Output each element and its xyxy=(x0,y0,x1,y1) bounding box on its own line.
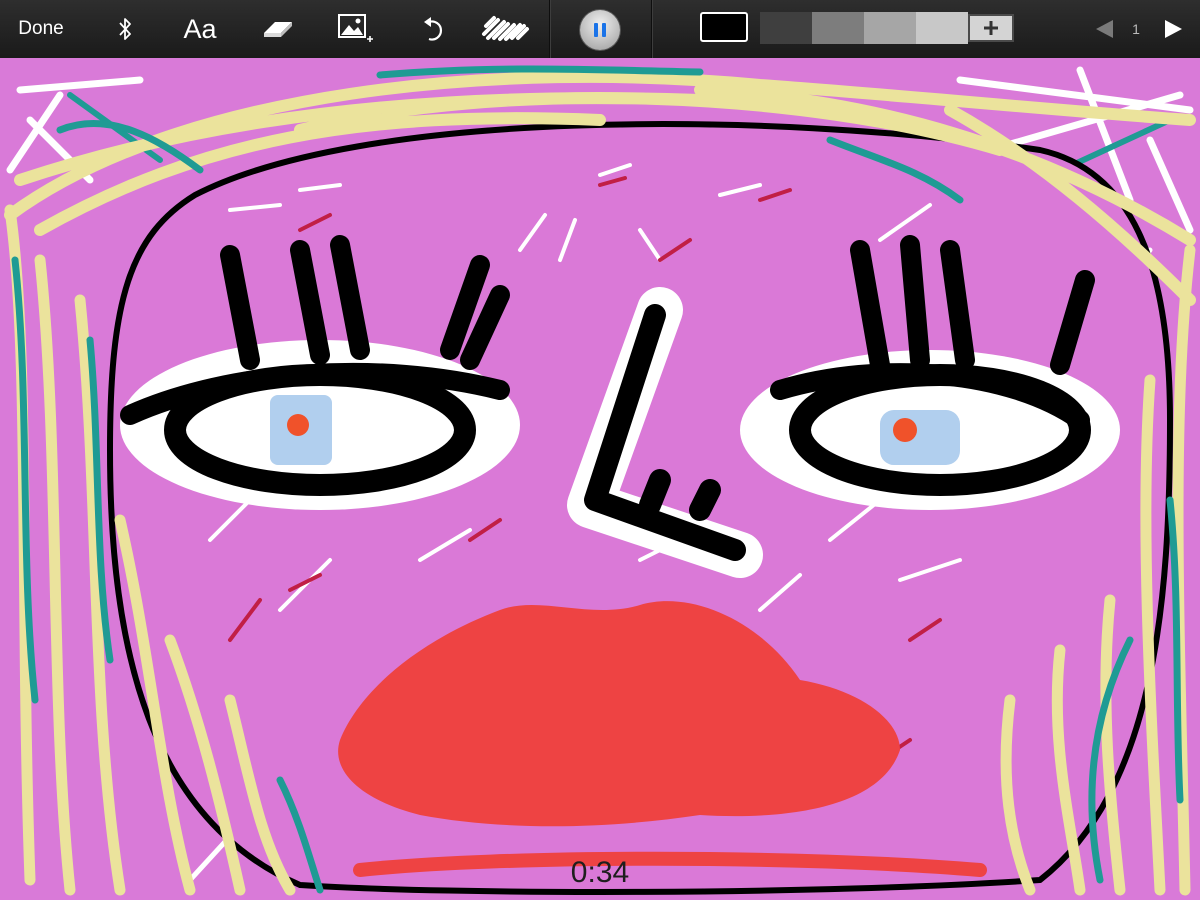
next-page-button[interactable] xyxy=(1158,0,1188,58)
eraser-button[interactable] xyxy=(256,0,300,58)
eraser-icon xyxy=(264,22,292,37)
triangle-left-icon xyxy=(1096,20,1113,38)
done-button[interactable]: Done xyxy=(10,0,72,58)
palette-swatch[interactable] xyxy=(864,12,916,44)
current-color-swatch[interactable] xyxy=(700,12,748,42)
image-add-icon xyxy=(338,14,373,42)
drawing-canvas[interactable] xyxy=(0,58,1200,900)
text-tool-button[interactable]: Aa xyxy=(176,0,224,58)
triangle-right-icon xyxy=(1165,20,1182,38)
undo-button[interactable] xyxy=(412,0,452,58)
previous-page-button[interactable] xyxy=(1092,0,1118,58)
palette-swatch[interactable] xyxy=(760,12,812,44)
toolbar-divider xyxy=(549,0,550,58)
toolbar-divider xyxy=(651,0,652,58)
add-color-button[interactable] xyxy=(968,14,1014,42)
palette-swatch[interactable] xyxy=(812,12,864,44)
brush-icon xyxy=(482,16,529,41)
pause-button[interactable] xyxy=(580,10,620,50)
toolbar: Done Aa 1 xyxy=(0,0,1200,58)
pause-icon xyxy=(594,23,606,37)
bluetooth-button[interactable] xyxy=(108,0,142,58)
brush-button[interactable] xyxy=(478,0,534,58)
bluetooth-icon xyxy=(119,18,131,40)
plus-icon xyxy=(984,21,998,35)
palette-swatch[interactable] xyxy=(916,12,968,44)
color-palette xyxy=(760,12,1014,44)
undo-icon xyxy=(424,17,443,41)
page-number: 1 xyxy=(1132,21,1140,37)
insert-image-button[interactable] xyxy=(330,0,380,58)
playback-timer: 0:34 xyxy=(570,856,630,889)
